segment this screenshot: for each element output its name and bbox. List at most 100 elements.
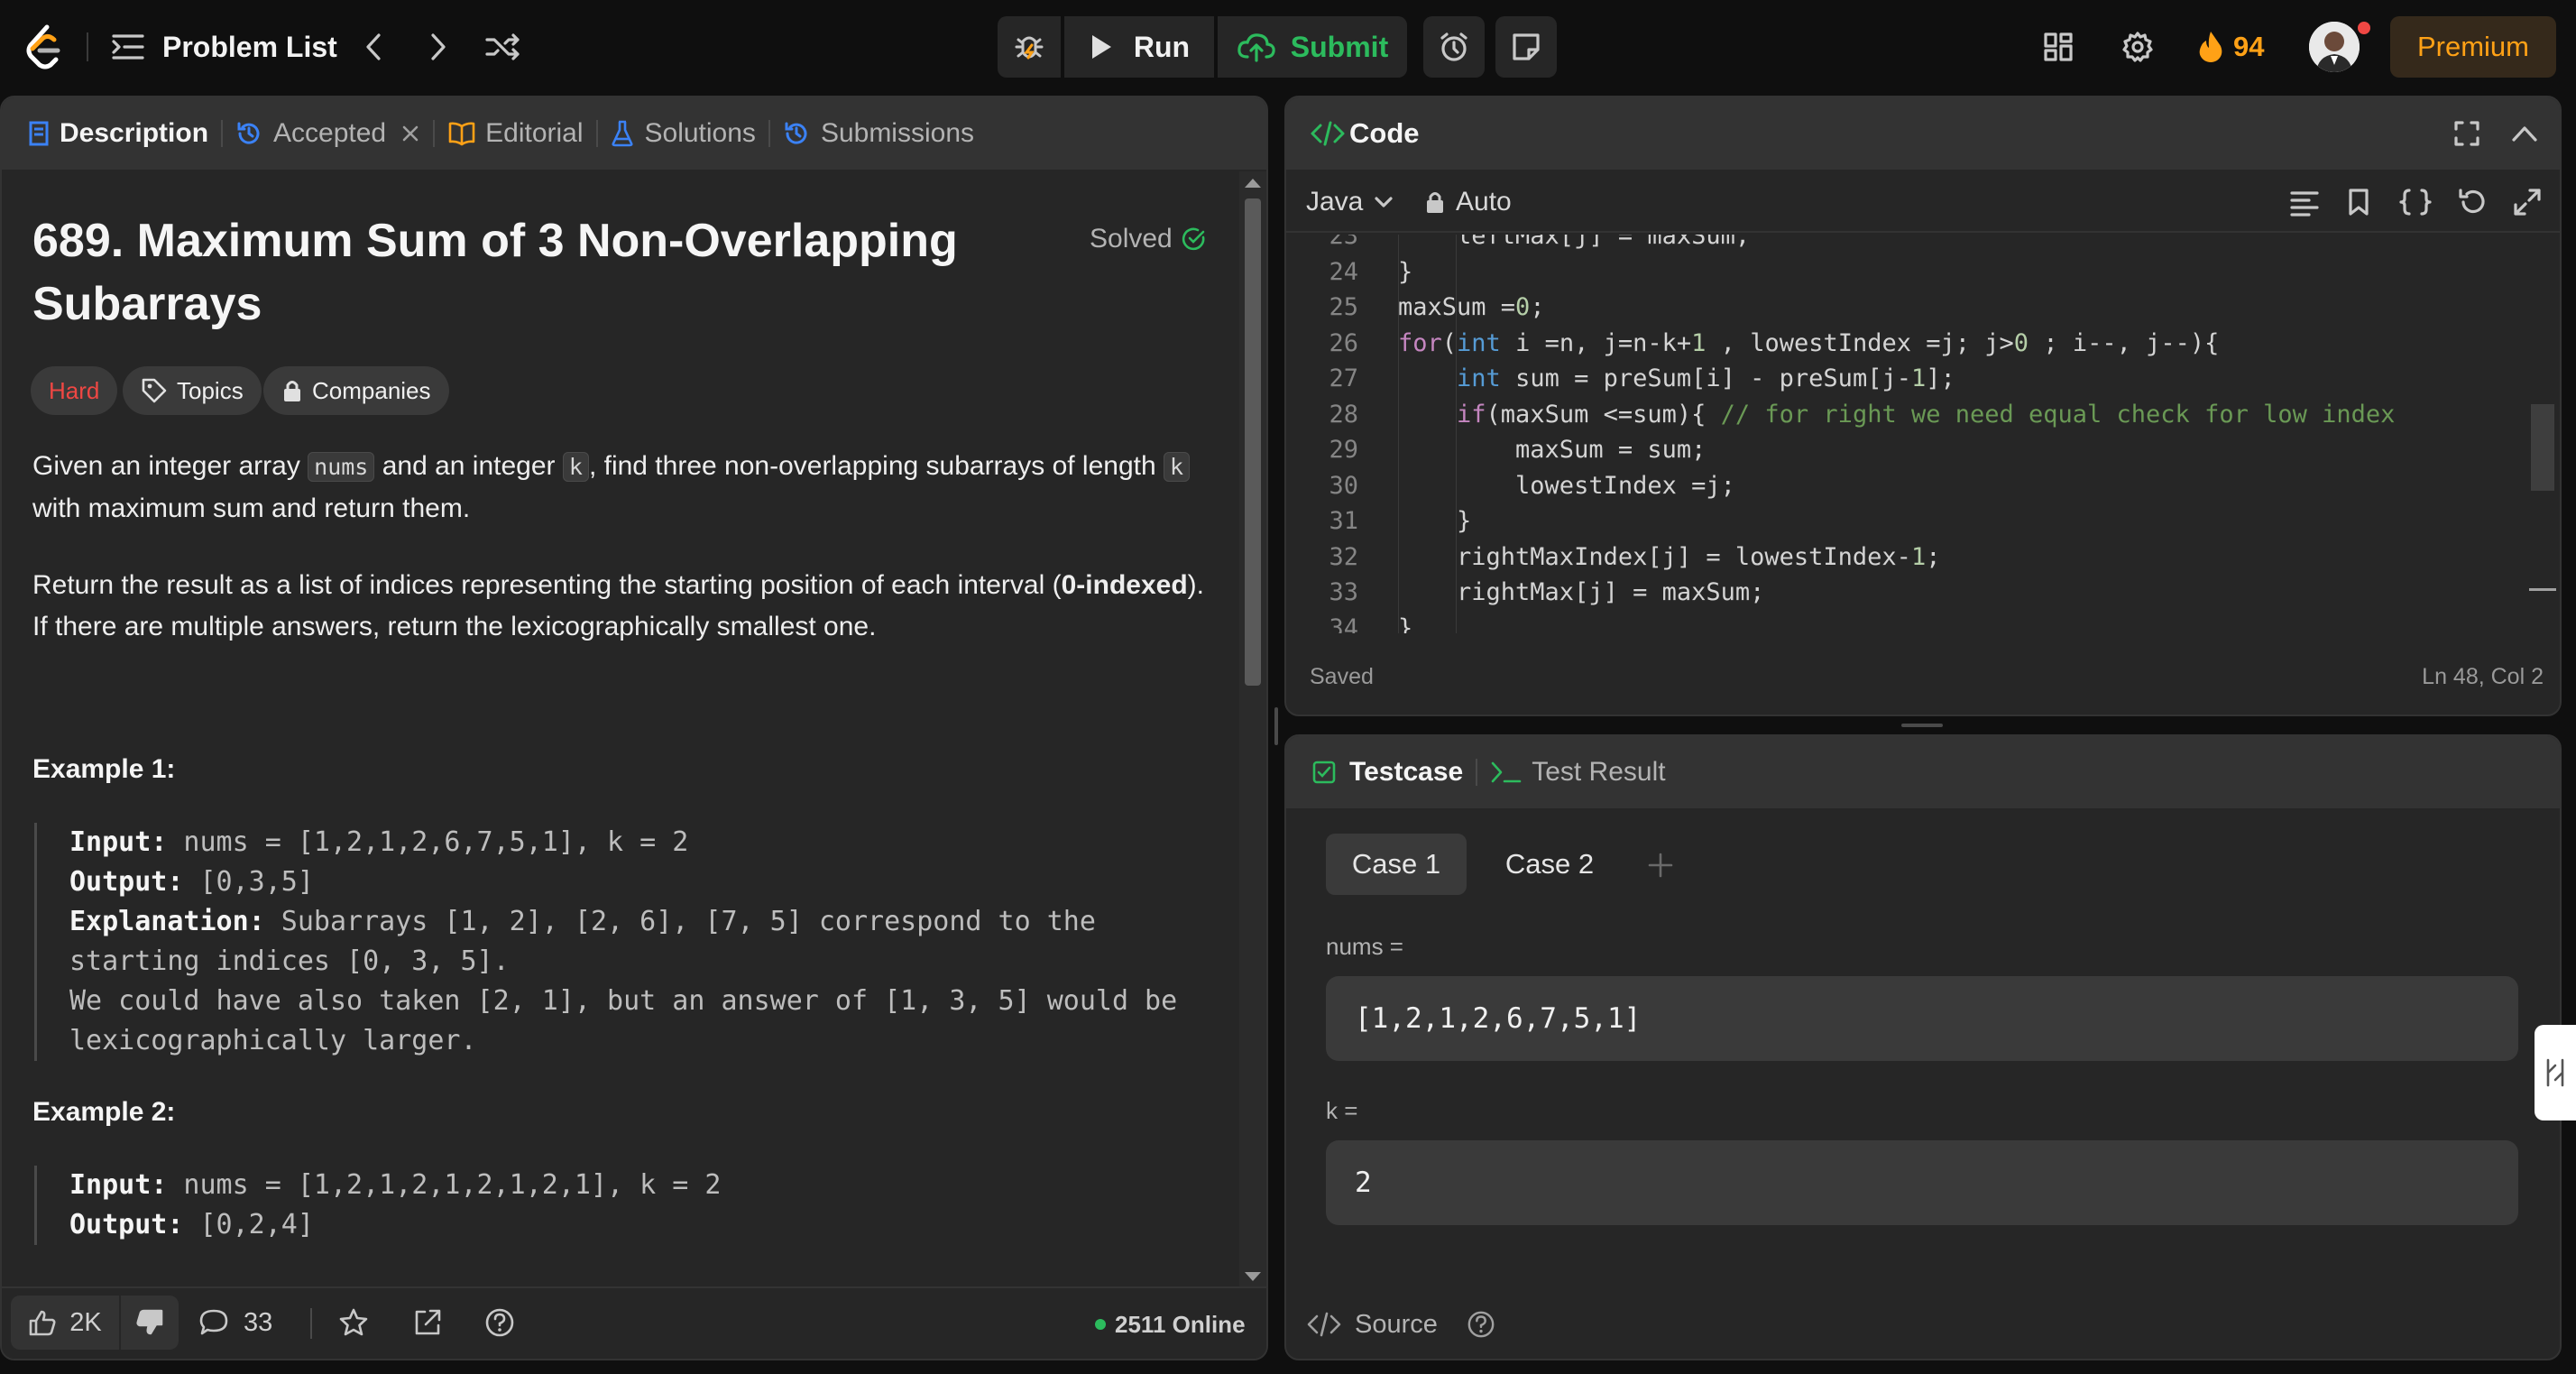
example-line: Input: nums = [1,2,1,2,1,2,1,2,1], k = 2: [69, 1166, 721, 1205]
language-select[interactable]: Java: [1306, 184, 1394, 220]
k-value: 2: [1355, 1167, 1372, 1199]
code-text: }: [1398, 507, 1472, 535]
problem-list-button[interactable]: Problem List: [112, 27, 337, 67]
settings-button[interactable]: [2120, 29, 2156, 65]
text: , find three non-overlapping subarrays o…: [588, 451, 1164, 481]
prev-problem-button[interactable]: [357, 31, 390, 63]
code-text: }: [1398, 613, 1413, 634]
submit-button[interactable]: Submit: [1218, 16, 1407, 78]
editor-scrollbar-thumb[interactable]: [2531, 404, 2554, 491]
nums-input[interactable]: [1,2,1,2,6,7,5,1]: [1326, 976, 2518, 1061]
checkbox-icon: [1312, 761, 1336, 784]
maximize-icon[interactable]: [2453, 120, 2480, 147]
premium-button[interactable]: Premium: [2390, 16, 2556, 78]
case-2-tab[interactable]: Case 2: [1479, 834, 1620, 895]
flask-icon: [611, 120, 633, 147]
random-problem-button[interactable]: [483, 31, 523, 63]
code-editor[interactable]: 23 leftMax[j] = maxSum; 24} 25 maxSum =0; 26…: [1286, 235, 2531, 633]
braces-icon[interactable]: [2399, 188, 2432, 217]
code-line: 33 rightMax[j] = maxSum;: [1286, 575, 2531, 611]
line-number: 26: [1329, 328, 1358, 357]
solved-status: Solved: [1090, 224, 1207, 254]
run-button[interactable]: Run: [1064, 16, 1214, 78]
code-line: 24}: [1286, 254, 2531, 290]
example-2-block: Input: nums = [1,2,1,2,1,2,1,2,1], k = 2…: [34, 1166, 721, 1245]
value: nums = [1,2,1,2,6,7,5,1], k = 2: [167, 826, 689, 858]
code-text: maxSum =0;: [1398, 293, 1545, 321]
editor-toolbar: Java Auto: [1286, 170, 2560, 233]
gear-icon: [2122, 32, 2153, 62]
timer-button[interactable]: [1423, 16, 1485, 78]
submit-label: Submit: [1290, 30, 1389, 63]
scroll-up-arrow[interactable]: [1245, 179, 1261, 188]
layout-button[interactable]: [2040, 29, 2076, 65]
user-avatar[interactable]: [2309, 22, 2360, 72]
text: and an integer: [374, 451, 563, 481]
shuffle-icon: [485, 33, 520, 60]
bookmark-icon[interactable]: [2347, 188, 2370, 217]
chevron-up-icon[interactable]: [2511, 124, 2538, 143]
debug-button[interactable]: [998, 16, 1061, 78]
favorite-button[interactable]: [336, 1305, 372, 1341]
scroll-down-arrow[interactable]: [1245, 1272, 1261, 1281]
tab-test-result[interactable]: Test Result: [1477, 736, 1678, 808]
expand-icon[interactable]: [2513, 188, 2542, 217]
nums-value: [1,2,1,2,6,7,5,1]: [1355, 1002, 1642, 1035]
difficulty-label: Hard: [49, 376, 100, 404]
code-line: 27 int sum = preSum[i] - preSum[j-1];: [1286, 361, 2531, 397]
comments-button[interactable]: 33: [198, 1296, 272, 1350]
layout-grid-icon: [2044, 32, 2073, 61]
tab-testcase[interactable]: Testcase: [1311, 736, 1476, 808]
source-label: Source: [1355, 1309, 1438, 1339]
scrollbar-thumb[interactable]: [1245, 198, 1261, 686]
streak-counter[interactable]: 94: [2197, 27, 2264, 67]
vertical-resize-handle[interactable]: [1274, 707, 1278, 745]
code-panel: Code Java Auto 23 leftMax[j] = maxSum; 2…: [1284, 96, 2562, 716]
next-problem-button[interactable]: [422, 31, 455, 63]
tab-solutions[interactable]: Solutions: [598, 97, 768, 170]
topics-button[interactable]: Topics: [123, 366, 262, 415]
code-line: 23 leftMax[j] = maxSum;: [1286, 235, 2531, 254]
inline-code: k: [562, 452, 589, 482]
share-icon: [415, 1309, 441, 1335]
comment-icon: [199, 1309, 228, 1335]
like-button[interactable]: 2K: [11, 1296, 119, 1350]
tab-submissions[interactable]: Submissions: [770, 97, 987, 170]
share-button[interactable]: [409, 1305, 446, 1341]
source-button[interactable]: Source: [1306, 1306, 1438, 1342]
code-line: 32 rightMaxIndex[j] = lowestIndex-1;: [1286, 539, 2531, 576]
tab-editorial[interactable]: Editorial: [435, 97, 595, 170]
code-line: 31 }: [1286, 503, 2531, 539]
notes-button[interactable]: [1495, 16, 1557, 78]
horizontal-resize-handle[interactable]: [1901, 724, 1943, 727]
tab-accepted[interactable]: Accepted: [223, 97, 433, 170]
code-line: 26 for(int i =n, j=n-k+1 , lowestIndex =j…: [1286, 326, 2531, 362]
divider: [87, 32, 88, 61]
code-line: 28 if(maxSum <=sum){ // for right we nee…: [1286, 397, 2531, 433]
code-line: 34}: [1286, 611, 2531, 634]
dislike-button[interactable]: [121, 1296, 179, 1350]
leetcode-logo[interactable]: [23, 23, 63, 70]
format-icon[interactable]: [2289, 189, 2320, 217]
side-panel-toggle[interactable]: [2535, 1025, 2576, 1120]
code-text: maxSum = sum;: [1398, 436, 1707, 464]
tab-description[interactable]: Description: [16, 97, 221, 170]
line-number: 28: [1329, 400, 1358, 429]
check-circle-icon: [1182, 227, 1205, 251]
reset-icon[interactable]: [2457, 188, 2488, 217]
code-line: 29 maxSum = sum;: [1286, 432, 2531, 468]
online-count: 2511 Online: [1115, 1310, 1246, 1338]
indent-guide: [1398, 235, 1399, 633]
solved-label: Solved: [1090, 224, 1173, 254]
add-case-icon[interactable]: [1647, 852, 1674, 879]
help-circle-icon[interactable]: [1467, 1310, 1495, 1339]
autocomplete-mode[interactable]: Auto: [1425, 184, 1512, 220]
case-1-tab[interactable]: Case 1: [1326, 834, 1467, 895]
text: Given an integer array: [32, 451, 308, 481]
label: Input:: [69, 1169, 168, 1201]
example-line: Output: [0,2,4]: [69, 1205, 721, 1245]
close-icon[interactable]: [400, 124, 420, 143]
companies-button[interactable]: Companies: [263, 366, 449, 415]
help-button[interactable]: [482, 1305, 518, 1341]
k-input[interactable]: 2: [1326, 1140, 2518, 1225]
